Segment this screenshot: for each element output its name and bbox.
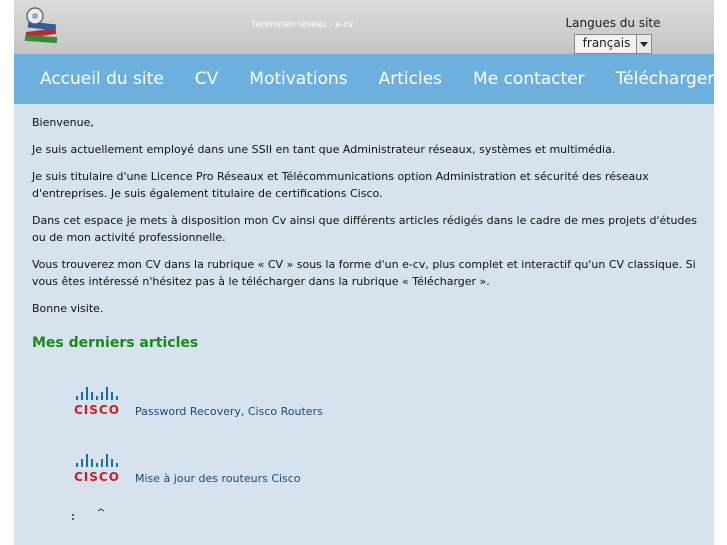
articles-heading: Mes derniers articles (32, 335, 199, 351)
intro-paragraph: Je suis titulaire d'une Licence Pro Rése… (32, 170, 649, 200)
main-content: Bienvenue, Je suis actuellement employé … (14, 104, 714, 521)
greeting-text: Bienvenue, (32, 116, 94, 129)
article-item: CISCO Mise à jour des routeurs Cisco (32, 454, 698, 521)
main-nav: Accueil du site CV Motivations Articles … (14, 54, 714, 104)
site-title: Technicien reseau - e-cv (250, 19, 354, 29)
article-item: CISCO Password Recovery, Cisco Routers (32, 387, 698, 454)
cisco-logo-icon[interactable]: CISCO (74, 454, 130, 484)
cisco-logo-text: CISCO (74, 470, 120, 484)
page: Technicien reseau - e-cv Langues du site… (14, 0, 714, 545)
article-link[interactable]: Mise à jour des routeurs Cisco (135, 472, 301, 485)
intro-paragraph: Je suis actuellement employé dans une SS… (32, 143, 616, 156)
nav-item-telecharger[interactable]: Télécharger (616, 69, 714, 89)
nav-item-articles[interactable]: Articles (379, 69, 442, 89)
intro-paragraph: Vous trouverez mon CV dans la rubrique «… (32, 258, 696, 288)
top-bar: Technicien reseau - e-cv Langues du site… (14, 0, 714, 54)
language-label: Langues du site (565, 16, 661, 30)
cisco-logo-text: CISCO (74, 403, 120, 417)
closing-text: Bonne visite. (32, 302, 104, 315)
nav-item-cv[interactable]: CV (195, 69, 219, 89)
dropdown-arrow-icon[interactable] (636, 35, 652, 53)
language-select[interactable]: français (573, 34, 653, 54)
language-selector: Langues du site français (548, 16, 678, 54)
intro-paragraph: Dans cet espace je mets à disposition mo… (32, 214, 698, 244)
language-select-value: français (582, 36, 631, 50)
nav-item-accueil[interactable]: Accueil du site (40, 69, 164, 89)
partial-article-icon[interactable] (70, 507, 110, 521)
nav-item-contact[interactable]: Me contacter (473, 69, 585, 89)
nav-item-motivations[interactable]: Motivations (249, 69, 347, 89)
cisco-logo-icon[interactable]: CISCO (74, 387, 130, 417)
article-link[interactable]: Password Recovery, Cisco Routers (135, 405, 323, 418)
